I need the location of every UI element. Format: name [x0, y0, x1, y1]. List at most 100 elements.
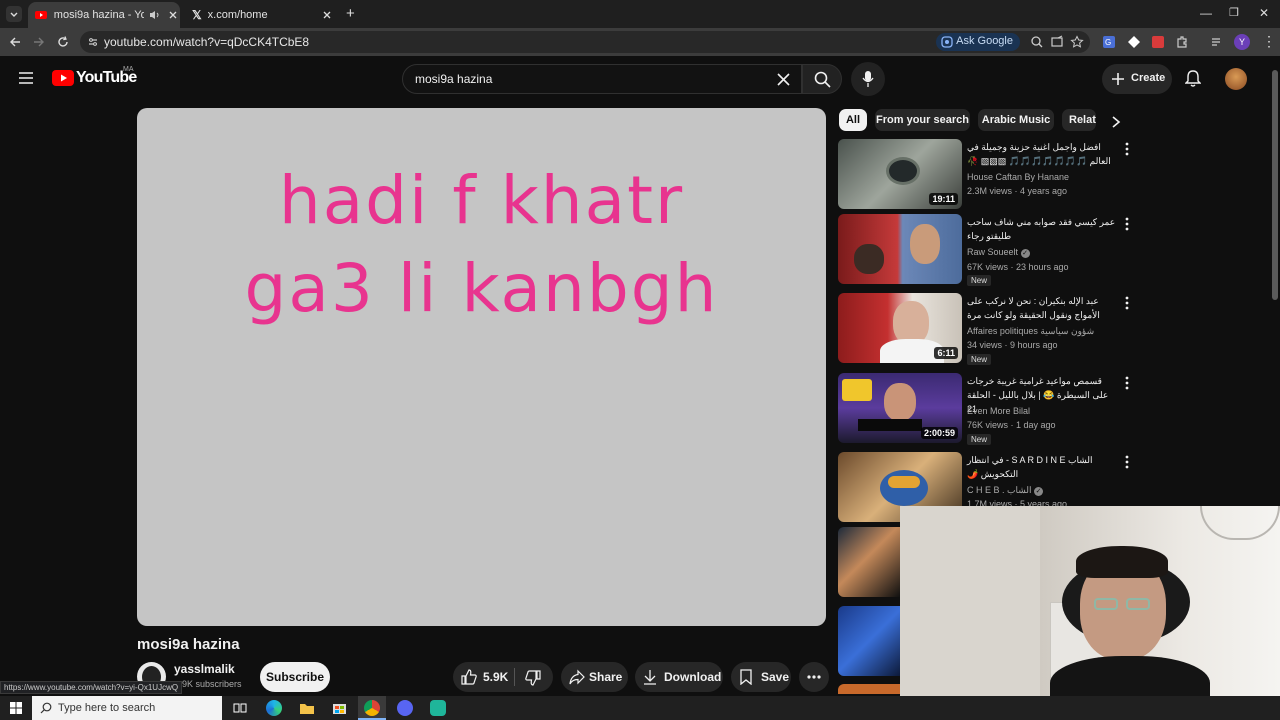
more-vertical-icon[interactable] [1124, 216, 1130, 232]
taskbar-search-input[interactable]: Type here to search [32, 696, 222, 720]
rec-item[interactable]: 2:00:59 قسمص مواعيد غرامية غريبة خرجات ع… [838, 373, 1138, 447]
webcam-hair [1076, 546, 1168, 578]
rec-thumbnail-partial[interactable] [838, 684, 900, 694]
profile-avatar[interactable]: Y [1234, 34, 1250, 50]
app-green-icon[interactable] [430, 700, 446, 716]
account-avatar[interactable] [1225, 68, 1247, 90]
restore-icon[interactable]: ❐ [1229, 6, 1239, 19]
rec-meta: 2.3M views · 4 years ago [967, 186, 1068, 196]
reload-icon[interactable] [56, 35, 70, 49]
taskbar-chrome-active[interactable] [358, 696, 386, 720]
dislike-button[interactable] [515, 662, 553, 692]
save-label: Save [761, 670, 790, 684]
more-vertical-icon[interactable] [1124, 295, 1130, 311]
chevron-down-icon [10, 12, 18, 17]
ask-google-button[interactable]: Ask Google [936, 33, 1020, 51]
ask-google-label: Ask Google [956, 35, 1013, 47]
browser-menu-icon[interactable]: ⋮ [1262, 33, 1276, 50]
speaker-icon[interactable] [148, 8, 162, 22]
rec-thumbnail-partial[interactable] [838, 606, 900, 676]
browser-toolbar: youtube.com/watch?v=qDcCK4TCbE8 Ask Goog… [0, 28, 1280, 56]
chip-arabic-music[interactable]: Arabic Music [978, 109, 1054, 131]
search-input[interactable]: mosi9a hazina [402, 64, 802, 94]
microsoft-store-icon[interactable] [332, 700, 347, 715]
extension-diamond-icon[interactable] [1127, 35, 1141, 49]
media-controls-icon[interactable] [1210, 35, 1224, 49]
taskbar-search-placeholder: Type here to search [58, 702, 156, 714]
rec-item[interactable]: الشاب S A R D I N E - في انتظار التكحويش… [838, 452, 1138, 522]
create-button[interactable]: Create [1102, 64, 1172, 94]
close-window-icon[interactable]: ✕ [1259, 6, 1269, 20]
extension-red-icon[interactable] [1151, 35, 1165, 49]
site-info-icon[interactable] [87, 36, 99, 48]
subscriber-count: 9K subscribers [182, 679, 242, 689]
new-badge: New [967, 354, 992, 365]
lens-icon [941, 36, 953, 48]
file-explorer-icon[interactable] [299, 701, 315, 715]
rec-thumbnail-partial[interactable] [838, 527, 900, 597]
rec-channel: House Caftan By Hanane [967, 172, 1070, 182]
verified-check-icon: ✓ [1020, 249, 1030, 258]
close-tab-icon[interactable] [166, 8, 180, 22]
subscribe-button[interactable]: Subscribe [260, 662, 330, 692]
more-vertical-icon[interactable] [1124, 375, 1130, 391]
cast-icon[interactable] [1050, 35, 1064, 49]
rec-title: الشاب S A R D I N E - في انتظار التكحويش… [967, 455, 1093, 479]
rec-title: عمر كيسي فقد صوابه مني شاف ساحب طليقتو ر… [967, 217, 1116, 241]
microphone-icon [862, 71, 874, 87]
channel-name[interactable]: yasslmalik [174, 662, 235, 676]
rec-channel: Even More Bilal [967, 406, 1031, 416]
tab-search-button[interactable] [6, 6, 22, 22]
chip-related[interactable]: Relat [1062, 109, 1096, 131]
tab-x[interactable]: 𝕏 x.com/home [186, 2, 338, 28]
new-tab-button[interactable]: + [346, 5, 355, 22]
chip-from-your-search[interactable]: From your search [875, 109, 970, 131]
save-button[interactable]: Save [731, 662, 791, 692]
discord-icon[interactable] [397, 700, 413, 716]
task-view-icon[interactable] [233, 701, 247, 715]
zoom-icon[interactable] [1030, 35, 1044, 49]
more-vertical-icon[interactable] [1124, 141, 1130, 157]
chip-all[interactable]: All [839, 109, 867, 131]
chevron-right-icon[interactable] [1110, 115, 1122, 129]
rec-duration: 2:00:59 [920, 427, 958, 439]
edge-browser-icon[interactable] [266, 700, 282, 716]
rec-item[interactable]: 19:11 افضل واجمل اغنية حزينة وجميلة في ا… [838, 139, 1138, 213]
close-tab-icon[interactable] [320, 8, 334, 22]
rec-item[interactable]: 6:11 عبد الإله بنكيران : نحن لا نركب على… [838, 293, 1138, 367]
rec-thumbnail[interactable] [838, 214, 962, 284]
voice-search-button[interactable] [851, 62, 885, 96]
download-icon [644, 670, 656, 685]
page-scrollbar[interactable] [1272, 70, 1278, 300]
rec-item[interactable]: عمر كيسي فقد صوابه مني شاف ساحب طليقتو ر… [838, 214, 1138, 288]
rec-thumbnail[interactable]: 6:11 [838, 293, 962, 363]
clear-search-icon[interactable] [777, 73, 790, 86]
more-horizontal-icon [807, 675, 821, 679]
youtube-logo[interactable]: YouTube MA [52, 66, 137, 86]
bookmark-star-icon[interactable] [1070, 35, 1084, 49]
rec-thumbnail[interactable]: 2:00:59 [838, 373, 962, 443]
like-button[interactable]: 5.9K [453, 662, 513, 692]
share-button[interactable]: Share [561, 662, 628, 692]
translate-extension-icon[interactable]: G [1102, 35, 1116, 49]
notifications-bell-icon[interactable] [1185, 70, 1201, 88]
download-button[interactable]: Download [635, 662, 723, 692]
address-bar[interactable]: youtube.com/watch?v=qDcCK4TCbE8 Ask Goog… [80, 31, 1090, 53]
tab-title: x.com/home [207, 9, 268, 21]
video-player[interactable]: hadi f khatr ga3 li kanbgh [137, 108, 826, 626]
windows-start-icon[interactable] [10, 702, 22, 714]
rec-thumbnail[interactable]: 19:11 [838, 139, 962, 209]
search-icon [814, 71, 831, 88]
extensions-puzzle-icon[interactable] [1175, 35, 1189, 49]
hamburger-menu-icon[interactable] [18, 71, 34, 85]
rec-duration: 19:11 [929, 193, 958, 205]
search-button[interactable] [802, 64, 842, 94]
minimize-icon[interactable]: — [1200, 6, 1212, 20]
more-actions-button[interactable] [799, 662, 829, 692]
more-vertical-icon[interactable] [1124, 454, 1130, 470]
back-arrow-icon[interactable] [8, 35, 22, 49]
url-text: youtube.com/watch?v=qDcCK4TCbE8 [104, 35, 310, 49]
forward-arrow-icon[interactable] [32, 35, 46, 49]
tab-youtube[interactable]: mosi9a hazina - YouTube [28, 2, 180, 28]
rec-channel: Raw Soueelt ✓ [967, 247, 1030, 258]
